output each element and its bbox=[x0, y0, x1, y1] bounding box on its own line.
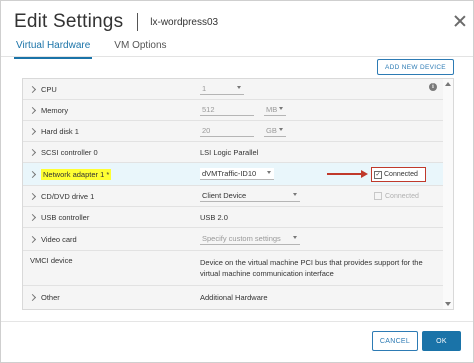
chevron-right-icon bbox=[28, 192, 37, 200]
cd-dvd-connected-checkbox[interactable]: Connected bbox=[374, 186, 419, 206]
video-value-cell: Specify custom settings bbox=[200, 228, 300, 250]
row-network-adapter: Network adapter 1 * dVMTraffic-ID10 ✓ Co… bbox=[23, 163, 444, 186]
usb-label: USB controller bbox=[41, 212, 90, 222]
cpu-label: CPU bbox=[41, 84, 57, 94]
row-cd-dvd-toggle[interactable]: CD/DVD drive 1 bbox=[28, 186, 95, 206]
chevron-right-icon bbox=[28, 85, 37, 93]
memory-unit-select[interactable]: MB bbox=[264, 104, 286, 116]
vmci-description-line1: Device on the virtual machine PCI bus th… bbox=[200, 258, 423, 267]
chevron-right-icon bbox=[28, 127, 37, 135]
row-usb-controller: USB controller USB 2.0 bbox=[23, 207, 444, 228]
tab-divider bbox=[1, 56, 473, 57]
cd-dvd-value-cell: Client Device bbox=[200, 186, 300, 206]
cancel-button[interactable]: CANCEL bbox=[372, 331, 418, 351]
scsi-label: SCSI controller 0 bbox=[41, 147, 98, 157]
cd-dvd-connected-label: Connected bbox=[385, 192, 419, 200]
ok-button[interactable]: OK bbox=[422, 331, 461, 351]
scroll-down-icon[interactable] bbox=[445, 302, 451, 306]
close-icon[interactable] bbox=[453, 14, 467, 28]
footer-divider bbox=[1, 321, 473, 322]
dialog-title: Edit Settings bbox=[14, 11, 124, 32]
row-scsi-toggle[interactable]: SCSI controller 0 bbox=[28, 142, 98, 162]
cd-dvd-label: CD/DVD drive 1 bbox=[41, 191, 95, 201]
memory-value-cell: 512 MB bbox=[200, 100, 286, 120]
network-select[interactable]: dVMTraffic-ID10 bbox=[200, 168, 274, 180]
chevron-right-icon bbox=[28, 148, 37, 156]
cd-dvd-select[interactable]: Client Device bbox=[200, 190, 300, 202]
hard-disk-value-cell: 20 GB bbox=[200, 121, 286, 141]
other-label: Other bbox=[41, 292, 60, 302]
row-vmci-device: VMCI device Device on the virtual machin… bbox=[23, 251, 444, 286]
chevron-right-icon bbox=[28, 293, 37, 301]
network-connected-label: Connected bbox=[384, 171, 418, 178]
row-cd-dvd: CD/DVD drive 1 Client Device Connected bbox=[23, 186, 444, 207]
dialog-header: Edit Settings lx-wordpress03 bbox=[14, 11, 218, 33]
network-adapter-label: Network adapter 1 * bbox=[41, 168, 112, 180]
checkbox-checked-icon: ✓ bbox=[374, 170, 382, 179]
row-hard-disk: Hard disk 1 20 GB bbox=[23, 121, 444, 142]
row-other: Other Additional Hardware bbox=[23, 286, 444, 308]
row-other-toggle[interactable]: Other bbox=[28, 286, 60, 308]
edit-settings-dialog: Edit Settings lx-wordpress03 Virtual Har… bbox=[0, 0, 474, 363]
annotation-arrow bbox=[327, 173, 363, 175]
arrow-head-icon bbox=[361, 170, 368, 178]
hard-disk-input[interactable]: 20 bbox=[200, 125, 254, 137]
memory-label: Memory bbox=[41, 105, 69, 115]
chevron-right-icon bbox=[28, 106, 37, 114]
row-cpu: CPU 1 i bbox=[23, 79, 444, 100]
row-network-toggle[interactable]: Network adapter 1 * bbox=[28, 163, 112, 185]
row-hard-disk-toggle[interactable]: Hard disk 1 bbox=[28, 121, 79, 141]
hardware-grid: CPU 1 i Memory 512 MB Hard disk 1 20 GB … bbox=[22, 78, 445, 310]
row-usb-toggle[interactable]: USB controller bbox=[28, 207, 90, 227]
vm-name: lx-wordpress03 bbox=[150, 16, 219, 28]
hard-disk-unit-select[interactable]: GB bbox=[264, 125, 286, 137]
row-video-toggle[interactable]: Video card bbox=[28, 228, 77, 250]
memory-input[interactable]: 512 bbox=[200, 104, 254, 116]
row-video-card: Video card Specify custom settings bbox=[23, 228, 444, 251]
checkbox-unchecked-icon bbox=[374, 192, 382, 200]
video-label: Video card bbox=[41, 234, 77, 244]
cpu-value-cell: 1 bbox=[200, 79, 244, 99]
other-value: Additional Hardware bbox=[200, 292, 268, 302]
chevron-right-icon bbox=[28, 235, 37, 243]
vmci-description-line2: virtual machine communication interface bbox=[200, 269, 334, 278]
info-icon[interactable]: i bbox=[429, 83, 437, 91]
row-scsi-controller: SCSI controller 0 LSI Logic Parallel bbox=[23, 142, 444, 163]
video-select[interactable]: Specify custom settings bbox=[200, 233, 300, 245]
cpu-select[interactable]: 1 bbox=[200, 83, 244, 95]
vmci-label: VMCI device bbox=[30, 256, 73, 265]
network-value-cell: dVMTraffic-ID10 bbox=[200, 163, 274, 185]
row-cpu-toggle[interactable]: CPU bbox=[28, 79, 57, 99]
scsi-value: LSI Logic Parallel bbox=[200, 147, 259, 157]
title-divider bbox=[137, 13, 139, 31]
vmci-description: Device on the virtual machine PCI bus th… bbox=[200, 251, 423, 285]
usb-value: USB 2.0 bbox=[200, 212, 228, 222]
add-new-device-button[interactable]: ADD NEW DEVICE bbox=[377, 59, 454, 75]
grid-scrollbar[interactable] bbox=[443, 78, 454, 310]
row-memory-toggle[interactable]: Memory bbox=[28, 100, 69, 120]
network-connected-checkbox[interactable]: ✓ Connected bbox=[371, 167, 426, 182]
chevron-right-icon bbox=[28, 170, 37, 178]
chevron-right-icon bbox=[28, 213, 37, 221]
row-memory: Memory 512 MB bbox=[23, 100, 444, 121]
hard-disk-label: Hard disk 1 bbox=[41, 126, 79, 136]
scroll-up-icon[interactable] bbox=[445, 82, 451, 86]
